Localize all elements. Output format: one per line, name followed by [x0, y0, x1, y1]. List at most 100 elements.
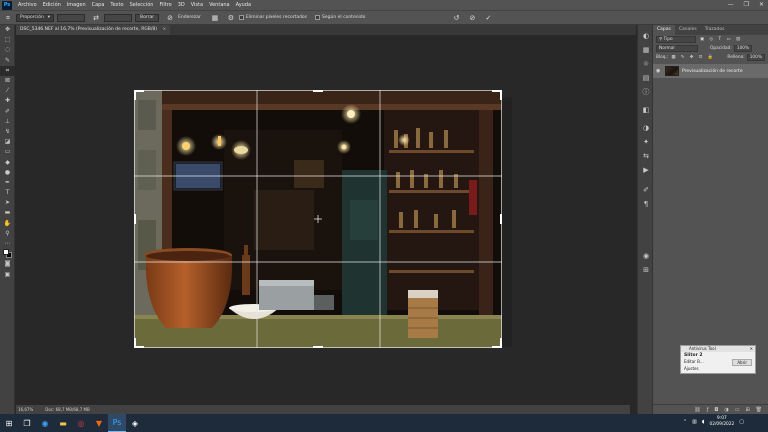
- filter-icons[interactable]: ▣ ◎ T ▭ ▤: [700, 37, 742, 42]
- chrome-icon[interactable]: ◎: [72, 414, 90, 432]
- screen-mode-icon[interactable]: ▣: [0, 270, 15, 280]
- quick-select-tool-icon[interactable]: ✎: [0, 56, 15, 66]
- fx-icon[interactable]: ƒ: [707, 405, 709, 414]
- overlay-grid-icon[interactable]: ▦: [210, 13, 220, 23]
- delete-pixels-box[interactable]: [238, 15, 244, 20]
- close-icon[interactable]: ✕: [750, 346, 753, 352]
- shape-tool-icon[interactable]: ▬: [0, 208, 15, 218]
- crop-tool-icon[interactable]: ⌗: [3, 13, 13, 23]
- artboard-panel-icon[interactable]: ⊞: [638, 263, 654, 277]
- lasso-tool-icon[interactable]: ◌: [0, 45, 15, 55]
- widget-open-button[interactable]: Abrir: [732, 359, 752, 366]
- menu-filtro[interactable]: Filtro: [156, 2, 174, 8]
- gear-icon[interactable]: ⚙: [226, 13, 236, 23]
- close-window-button[interactable]: ✕: [759, 0, 764, 10]
- eraser-tool-icon[interactable]: ◪: [0, 137, 15, 147]
- delete-pixels-checkbox[interactable]: Eliminar píxeles recortados: [238, 15, 307, 20]
- mask-icon[interactable]: ◘: [714, 405, 718, 414]
- actions-panel-icon[interactable]: ▶: [638, 163, 654, 177]
- clear-button[interactable]: Borrar: [135, 13, 160, 22]
- widget-footer[interactable]: Ajustes: [684, 366, 752, 371]
- edge-icon[interactable]: ◉: [36, 414, 54, 432]
- new-layer-icon[interactable]: ⊞: [745, 405, 749, 414]
- menu-seleccion[interactable]: Selección: [127, 2, 157, 8]
- zoom-tool-icon[interactable]: ⚲: [0, 229, 15, 239]
- brush-panel-icon[interactable]: ✐: [638, 183, 654, 197]
- tab-capas[interactable]: Capas: [653, 25, 675, 35]
- eyedropper-tool-icon[interactable]: ⁄: [0, 86, 15, 96]
- history-panel-icon[interactable]: ⇆: [638, 149, 654, 163]
- ratio-select[interactable]: Proporción ▾: [16, 13, 54, 22]
- menu-3d[interactable]: 3D: [175, 2, 188, 8]
- swatches-panel-icon[interactable]: ▦: [638, 43, 654, 57]
- blur-tool-icon[interactable]: ◆: [0, 157, 15, 167]
- crop-box[interactable]: [134, 90, 502, 348]
- path-select-tool-icon[interactable]: ➤: [0, 198, 15, 208]
- menu-capa[interactable]: Capa: [89, 2, 108, 8]
- quick-mask-icon[interactable]: ◙: [0, 259, 15, 269]
- pen-tool-icon[interactable]: ✒: [0, 178, 15, 188]
- menu-archivo[interactable]: Archivo: [15, 2, 40, 8]
- blend-mode-select[interactable]: Normal: [656, 45, 698, 52]
- close-document-icon[interactable]: ×: [162, 27, 166, 32]
- menu-edicion[interactable]: Edición: [40, 2, 64, 8]
- brush-tool-icon[interactable]: ✐: [0, 107, 15, 117]
- maximize-button[interactable]: ❐: [744, 0, 749, 10]
- group-icon[interactable]: ▭: [735, 405, 740, 414]
- menu-ayuda[interactable]: Ayuda: [233, 2, 254, 8]
- trash-icon[interactable]: 🗑: [756, 405, 762, 414]
- clone-stamp-tool-icon[interactable]: ⊥: [0, 117, 15, 127]
- color-swatches-icon[interactable]: [0, 249, 15, 259]
- tab-canales[interactable]: Canales: [675, 25, 701, 35]
- menu-imagen[interactable]: Imagen: [64, 2, 89, 8]
- task-view-icon[interactable]: ❐: [18, 414, 36, 432]
- network-icon[interactable]: ▥: [692, 419, 697, 425]
- history-brush-tool-icon[interactable]: ↯: [0, 127, 15, 137]
- zoom-level[interactable]: 16,67%: [18, 405, 33, 414]
- canvas-area[interactable]: [16, 35, 630, 405]
- straighten-icon[interactable]: ⊘: [165, 13, 175, 23]
- more-tools-icon[interactable]: ⋯: [0, 239, 15, 249]
- dodge-tool-icon[interactable]: ●: [0, 168, 15, 178]
- notifications-icon[interactable]: ▢: [739, 419, 744, 425]
- color-panel-icon[interactable]: ◐: [638, 29, 654, 43]
- app-taskbar-icon[interactable]: ◈: [126, 414, 144, 432]
- cancel-icon[interactable]: ⊘: [467, 13, 477, 23]
- minimize-button[interactable]: —: [728, 0, 734, 10]
- learn-panel-icon[interactable]: ☼: [638, 57, 654, 71]
- glyphs-panel-icon[interactable]: ◉: [638, 249, 654, 263]
- commit-check-icon[interactable]: ✓: [483, 13, 493, 23]
- width-field[interactable]: [57, 13, 85, 22]
- libraries-panel-icon[interactable]: ▤: [638, 71, 654, 85]
- opacity-field[interactable]: 100%: [733, 45, 753, 52]
- menu-ventana[interactable]: Ventana: [206, 2, 233, 8]
- file-explorer-icon[interactable]: ▬: [54, 414, 72, 432]
- link-layers-icon[interactable]: ⛓: [694, 405, 700, 414]
- widget-title-bar[interactable]: Antivirus Tool ✕: [681, 346, 755, 352]
- paragraph-panel-icon[interactable]: ¶: [638, 197, 654, 211]
- height-field[interactable]: [104, 13, 132, 22]
- fill-field[interactable]: 100%: [746, 54, 765, 61]
- clock[interactable]: 9:07 02/09/2022: [709, 416, 734, 428]
- tab-trazados[interactable]: Trazados: [701, 25, 729, 35]
- straighten-label[interactable]: Enderezar: [178, 15, 201, 20]
- styles-panel-icon[interactable]: ✦: [638, 135, 654, 149]
- properties-panel-icon[interactable]: ◧: [638, 103, 654, 117]
- hand-tool-icon[interactable]: ✋: [0, 219, 15, 229]
- menu-vista[interactable]: Vista: [188, 2, 206, 8]
- crop-tool-icon[interactable]: ⌗: [0, 65, 15, 76]
- fg-bg-colors[interactable]: [2, 249, 13, 259]
- reset-icon[interactable]: ↺: [451, 13, 461, 23]
- tray-arrow-icon[interactable]: ⌃: [683, 419, 687, 425]
- layer-row[interactable]: ◉ Previsualización de recorte: [653, 64, 768, 78]
- swap-icon[interactable]: ⇄: [91, 13, 101, 23]
- type-tool-icon[interactable]: T: [0, 188, 15, 198]
- info-panel-icon[interactable]: ⓘ: [638, 85, 654, 99]
- lock-icons[interactable]: ▦ ✎ ✥ ⊡ 🔒: [671, 55, 715, 60]
- windows-start-icon[interactable]: ⊞: [0, 414, 18, 432]
- marquee-tool-icon[interactable]: ⬚: [0, 35, 15, 45]
- gradient-tool-icon[interactable]: ▭: [0, 147, 15, 157]
- move-tool-icon[interactable]: ✥: [0, 25, 15, 35]
- menu-texto[interactable]: Texto: [107, 2, 126, 8]
- volume-icon[interactable]: ◖: [702, 419, 705, 425]
